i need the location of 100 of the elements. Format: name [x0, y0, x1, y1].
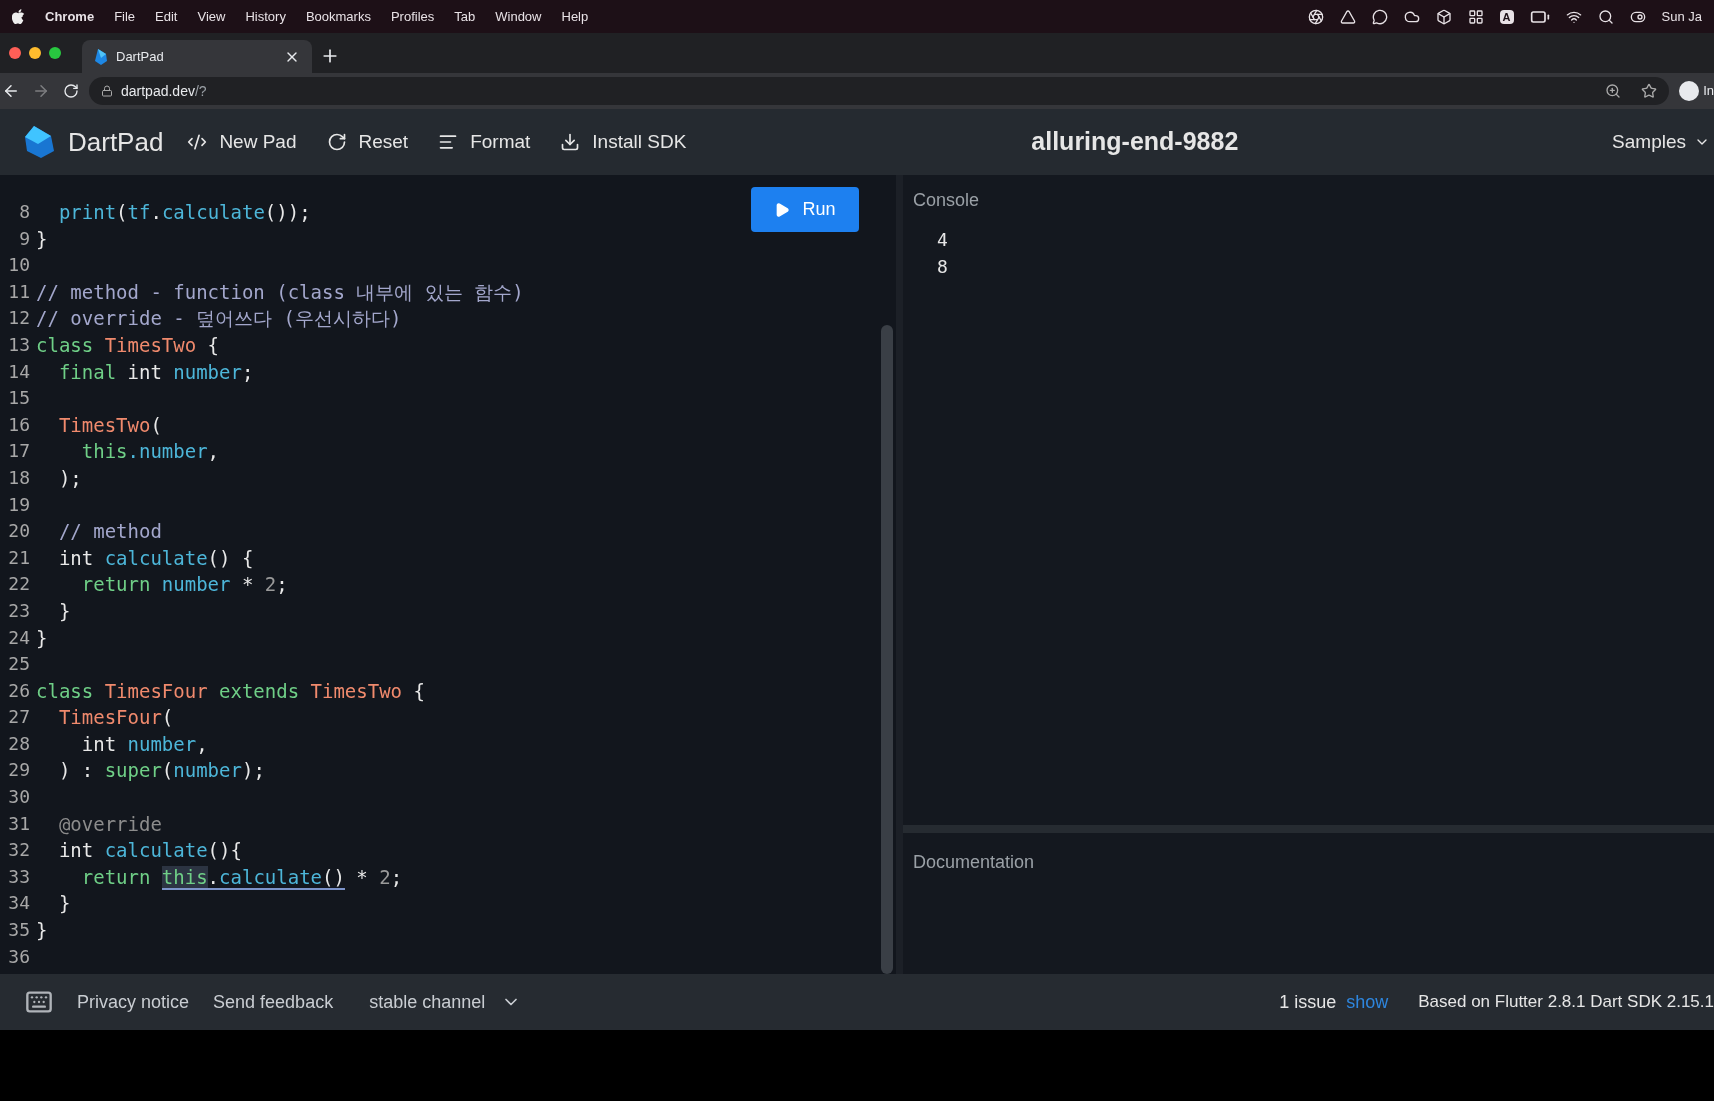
refresh-icon	[326, 132, 347, 152]
line-number: 16	[7, 412, 30, 437]
input-source-indicator[interactable]: A	[1499, 9, 1514, 24]
menu-item[interactable]: Bookmarks	[305, 6, 371, 27]
toolbar-button[interactable]: New Pad	[187, 127, 297, 157]
code-line: return this.calculate() * 2;	[80, 864, 403, 891]
channel-dropdown[interactable]: stable channel	[369, 988, 522, 1016]
toolbar-button[interactable]: Format	[438, 127, 531, 157]
play-icon	[774, 201, 791, 218]
reload-icon[interactable]	[63, 83, 79, 99]
samples-dropdown[interactable]: Samples	[1612, 127, 1710, 157]
line-number: 11	[7, 279, 30, 304]
code-line: }	[36, 918, 48, 944]
line-number: 13	[7, 332, 30, 357]
toolbar-button[interactable]: Reset	[326, 127, 409, 157]
lock-icon	[101, 85, 113, 97]
documentation-title: Documentation	[913, 852, 1035, 872]
code-line: }	[57, 598, 71, 624]
menu-app-name[interactable]: Chrome	[45, 6, 95, 27]
footer-link[interactable]: Privacy notice	[77, 988, 190, 1016]
apple-icon[interactable]	[12, 9, 25, 24]
line-number: 35	[7, 918, 30, 943]
code-line: TimesFour(	[57, 705, 174, 731]
line-number: 28	[7, 731, 30, 756]
line-number: 18	[7, 465, 30, 490]
code-line: }	[57, 891, 71, 917]
bookmark-star-icon[interactable]	[1641, 83, 1658, 99]
console-output-line: 8	[937, 255, 949, 279]
code-line: int calculate() {	[57, 545, 254, 571]
line-number: 34	[7, 891, 30, 916]
line-number: 33	[7, 864, 30, 889]
code-line: }	[36, 226, 48, 252]
line-number: 12	[7, 306, 30, 331]
toolbar-button[interactable]: Install SDK	[560, 127, 687, 157]
code-line: final int number;	[57, 359, 254, 385]
code-line: print(tf.calculate());	[57, 200, 311, 225]
line-number: 25	[7, 652, 30, 677]
cube-icon[interactable]	[1435, 8, 1452, 25]
code-editor[interactable]	[0, 175, 896, 974]
browser-tab[interactable]: DartPad	[82, 40, 312, 73]
menu-item[interactable]: Help	[561, 6, 589, 27]
code-line: // method	[57, 519, 162, 545]
menu-item[interactable]: Tab	[454, 6, 476, 27]
address-field[interactable]: dartpad.dev/?	[89, 77, 1670, 105]
scrollbar-thumb[interactable]	[881, 325, 893, 974]
lines-icon	[438, 132, 459, 152]
menu-item[interactable]: Edit	[155, 6, 178, 27]
line-number: 8	[18, 200, 30, 224]
line-number: 20	[7, 519, 30, 544]
code-line: ) : super(number);	[57, 758, 265, 784]
show-issues-link[interactable]: show	[1346, 988, 1389, 1016]
code-line: }	[36, 625, 48, 651]
code-line: this.number,	[80, 439, 220, 465]
menu-clock[interactable]: Sun Ja	[1661, 6, 1702, 27]
run-button[interactable]: Run	[751, 187, 859, 232]
line-number: 24	[7, 625, 30, 650]
grid-icon[interactable]	[1467, 8, 1484, 25]
zoom-icon[interactable]	[1605, 83, 1622, 99]
code-icon	[187, 132, 208, 152]
line-number: 27	[7, 705, 30, 730]
brand-name[interactable]: DartPad	[68, 122, 164, 162]
line-number: 26	[7, 678, 30, 703]
menu-item[interactable]: View	[197, 6, 226, 27]
menu-item[interactable]: Profiles	[390, 6, 435, 27]
sdk-version: Based on Flutter 2.8.1 Dart SDK 2.15.1	[1418, 991, 1714, 1014]
line-number: 31	[7, 811, 30, 836]
code-line: TimesTwo(	[57, 412, 162, 438]
line-number: 21	[7, 545, 30, 570]
line-number: 29	[7, 758, 30, 783]
dart-logo-icon	[94, 48, 108, 65]
aperture-icon[interactable]	[1307, 8, 1324, 25]
code-line: int number,	[80, 731, 208, 757]
chat-icon[interactable]	[1371, 8, 1388, 25]
line-number: 30	[7, 785, 30, 810]
console-output-line: 4	[937, 228, 949, 252]
code-line: // method - function (class 내부에 있는 함수)	[36, 279, 524, 305]
console-title: Console	[913, 189, 981, 212]
line-number: 36	[7, 944, 30, 969]
menu-item[interactable]: Window	[495, 6, 542, 27]
back-icon[interactable]	[2, 82, 20, 100]
line-number: 15	[7, 386, 30, 411]
footer-link[interactable]: Send feedback	[213, 988, 334, 1016]
menu-item[interactable]: History	[245, 6, 286, 27]
line-number: 23	[7, 598, 30, 623]
tab-title: DartPad	[116, 47, 164, 66]
line-number: 22	[7, 572, 30, 597]
line-number: 14	[7, 359, 30, 384]
menu-item[interactable]: File	[114, 6, 136, 27]
code-line: class TimesFour extends TimesTwo {	[36, 678, 425, 704]
code-line: return number * 2;	[80, 572, 288, 598]
line-number: 32	[7, 838, 30, 863]
forward-icon[interactable]	[32, 82, 50, 100]
profile-label[interactable]: In	[1703, 81, 1714, 101]
search-icon[interactable]	[1597, 8, 1614, 25]
line-number: 9	[18, 226, 30, 251]
profile-avatar[interactable]	[1679, 81, 1700, 101]
line-number: 19	[7, 492, 30, 517]
issue-count: 1 issue	[1279, 990, 1337, 1014]
code-line: int calculate(){	[57, 838, 242, 864]
line-number: 17	[7, 439, 30, 464]
